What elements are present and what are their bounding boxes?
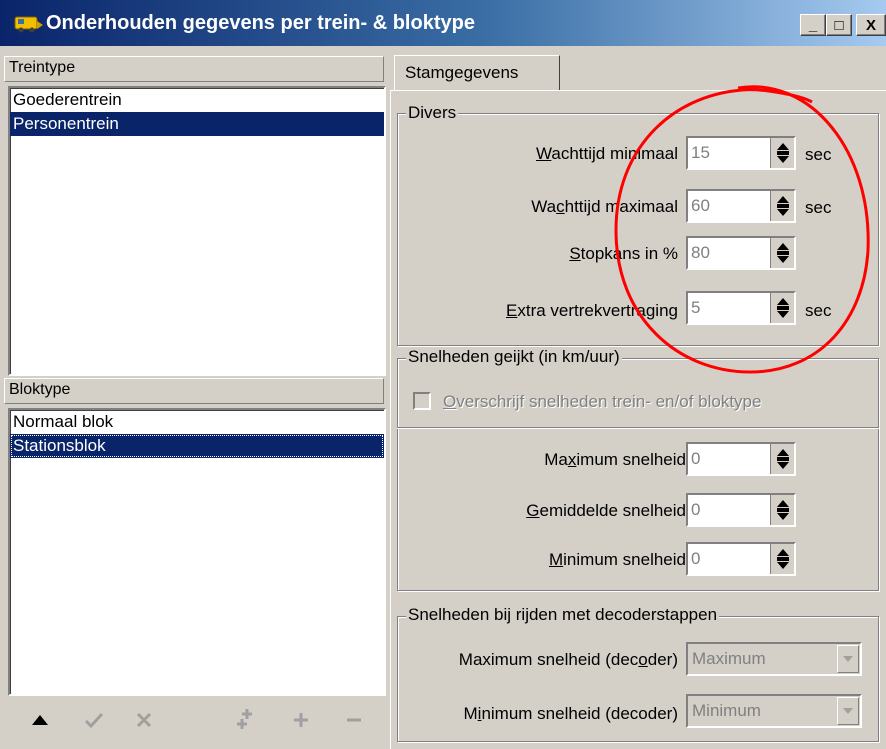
minimum-snelheid-decoder-label: Minimum snelheid (decoder) — [463, 704, 679, 723]
remove-icon — [347, 718, 361, 722]
spinner-value: 0 — [691, 500, 701, 519]
spinner-arrows[interactable] — [770, 444, 794, 474]
minimize-icon: _ — [808, 16, 818, 34]
divider — [397, 427, 879, 429]
spinner-arrows[interactable] — [770, 544, 794, 574]
decoder-legend: Snelheden bij rijden met decoderstappen — [406, 605, 720, 625]
maximum-snelheid-decoder-label: Maximum snelheid (decoder) — [458, 650, 678, 669]
spinner-arrows[interactable] — [770, 191, 794, 221]
move-up-icon — [32, 715, 48, 725]
minimum-snelheid-decoder-select[interactable]: Minimum — [686, 694, 862, 728]
maximize-button[interactable]: □ — [826, 14, 852, 36]
spinner-arrows[interactable] — [770, 138, 794, 168]
unit-label: sec — [805, 145, 832, 164]
spinner-value: 15 — [691, 143, 710, 162]
spin-arrows-icon — [777, 500, 789, 520]
copy-icon — [237, 709, 252, 729]
unit-label: sec — [805, 198, 832, 217]
spinner-arrows[interactable] — [770, 495, 794, 525]
wachttijd-maximaal-spinner[interactable]: 60 — [686, 189, 796, 223]
spin-arrows-icon — [777, 196, 789, 216]
divers-legend: Divers — [406, 103, 459, 123]
close-icon: X — [865, 16, 876, 34]
list-item[interactable]: Stationsblok — [10, 434, 384, 458]
bloktype-header[interactable]: Bloktype — [4, 378, 384, 404]
spin-arrows-icon — [777, 549, 789, 569]
dropdown-button[interactable] — [837, 645, 859, 673]
maximize-icon: □ — [834, 16, 844, 34]
remove-button[interactable] — [340, 706, 368, 734]
overschrijf-label[interactable]: Overschrijf snelheden trein- en/of blokt… — [443, 392, 761, 412]
add-button[interactable] — [287, 706, 315, 734]
overschrijf-checkbox[interactable] — [413, 392, 431, 410]
stopkans-label: Stopkans in % — [569, 244, 678, 263]
spin-arrows-icon — [777, 298, 789, 318]
treintype-list[interactable]: Goederentrein Personentrein — [8, 86, 386, 376]
wachttijd-minimaal-label: Wachttijd minimaal — [535, 144, 678, 163]
spinner-value: 0 — [691, 549, 701, 568]
confirm-button[interactable] — [80, 706, 108, 734]
tab-stamgegevens[interactable]: Stamgegevens — [394, 55, 560, 91]
confirm-icon — [84, 712, 104, 729]
cancel-button[interactable] — [130, 706, 158, 734]
maximum-snelheid-decoder-select[interactable]: Maximum — [686, 642, 862, 676]
gemiddelde-snelheid-spinner[interactable]: 0 — [686, 493, 796, 527]
spin-arrows-icon — [777, 449, 789, 469]
extra-vertrekvertraging-label: Extra vertrekvertraging — [506, 301, 678, 320]
spinner-arrows[interactable] — [770, 238, 794, 268]
wachttijd-maximaal-label: Wachttijd maximaal — [531, 197, 678, 216]
list-item[interactable]: Normaal blok — [10, 410, 384, 434]
chevron-down-icon — [843, 656, 853, 662]
select-value: Maximum — [692, 649, 766, 668]
cancel-icon — [136, 712, 152, 728]
unit-label: sec — [805, 301, 832, 320]
spinner-value: 5 — [691, 298, 701, 317]
stopkans-spinner[interactable]: 80 — [686, 236, 796, 270]
extra-vertrekvertraging-spinner[interactable]: 5 — [686, 291, 796, 325]
chevron-down-icon — [843, 708, 853, 714]
select-value: Minimum — [692, 701, 761, 720]
treintype-header[interactable]: Treintype — [4, 56, 384, 82]
move-up-button[interactable] — [26, 706, 54, 734]
spinner-value: 60 — [691, 196, 710, 215]
wachttijd-minimaal-spinner[interactable]: 15 — [686, 136, 796, 170]
minimize-button[interactable]: _ — [800, 14, 826, 36]
app-icon — [14, 16, 43, 33]
add-icon — [294, 713, 308, 727]
dropdown-button[interactable] — [837, 697, 859, 725]
copy-button[interactable] — [232, 706, 260, 734]
minimum-snelheid-spinner[interactable]: 0 — [686, 542, 796, 576]
snelheden-geijkt-legend: Snelheden geijkt (in km/uur) — [406, 347, 622, 367]
bloktype-list[interactable]: Normaal blok Stationsblok — [8, 408, 386, 696]
spin-arrows-icon — [777, 243, 789, 263]
close-button[interactable]: X — [856, 14, 886, 36]
list-item[interactable]: Personentrein — [10, 112, 384, 136]
list-item[interactable]: Goederentrein — [10, 88, 384, 112]
title-bar[interactable]: Onderhouden gegevens per trein- & blokty… — [0, 0, 886, 46]
minimum-snelheid-label: Minimum snelheid — [548, 550, 686, 569]
maximum-snelheid-spinner[interactable]: 0 — [686, 442, 796, 476]
spinner-value: 0 — [691, 449, 701, 468]
spin-arrows-icon — [777, 143, 789, 163]
gemiddelde-snelheid-label: Gemiddelde snelheid — [526, 501, 686, 520]
window-title: Onderhouden gegevens per trein- & blokty… — [46, 12, 475, 34]
maximum-snelheid-label: Maximum snelheid — [544, 450, 686, 469]
spinner-value: 80 — [691, 243, 710, 262]
spinner-arrows[interactable] — [770, 293, 794, 323]
